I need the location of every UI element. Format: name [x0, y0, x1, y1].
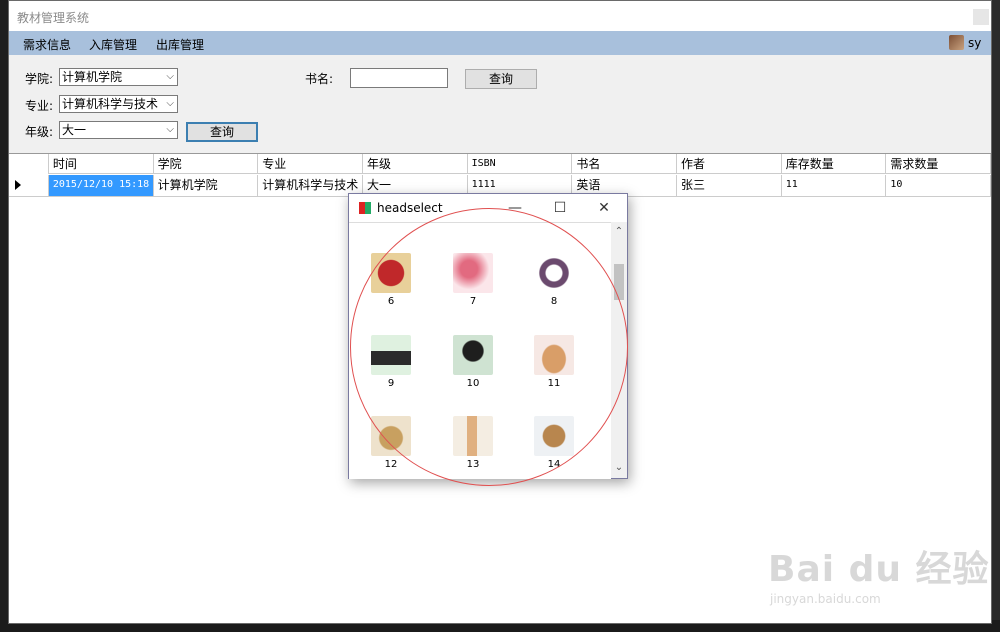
current-row-arrow-icon: [15, 180, 21, 190]
menu-item-stock-in[interactable]: 入库管理: [89, 36, 137, 53]
column-header-college[interactable]: 学院: [153, 154, 259, 174]
title-bar: 教材管理系统: [9, 1, 991, 31]
grade-select-value: 大一: [62, 123, 87, 137]
menu-bar: 需求信息 入库管理 出库管理 sy: [9, 31, 991, 55]
cell-demand[interactable]: 10: [886, 175, 992, 196]
cell-author[interactable]: 张三: [677, 175, 782, 196]
grade-label: 年级:: [25, 125, 54, 139]
watermark-logo: Bai du 经验: [768, 549, 990, 590]
row-header-corner: [9, 154, 49, 174]
search-button-left[interactable]: 查询: [186, 122, 258, 142]
college-select-value: 计算机学院: [62, 70, 123, 84]
column-header-major[interactable]: 专业: [258, 154, 363, 174]
college-select[interactable]: 计算机学院 ⌵: [59, 68, 178, 86]
college-label: 学院:: [25, 72, 54, 86]
column-header-grade[interactable]: 年级: [362, 154, 468, 174]
major-label: 专业:: [25, 99, 54, 113]
book-name-label: 书名:: [305, 72, 334, 86]
window-control-button[interactable]: [973, 9, 989, 25]
major-select[interactable]: 计算机科学与技术 ⌵: [59, 95, 178, 113]
filter-panel: 学院: 计算机学院 ⌵ 专业: 计算机科学与技术 ⌵ 年级: 大一 ⌵ 查询 书…: [9, 55, 991, 153]
column-header-author[interactable]: 作者: [677, 154, 782, 174]
row-header[interactable]: [9, 175, 49, 196]
user-area[interactable]: sy: [949, 35, 981, 50]
user-avatar-icon: [949, 35, 964, 50]
chevron-down-icon: ⌵: [166, 124, 174, 135]
head-number: 12: [384, 459, 398, 470]
scroll-down-icon[interactable]: ⌄: [611, 460, 627, 476]
app-icon: [359, 202, 371, 214]
chevron-down-icon: ⌵: [166, 71, 174, 82]
menu-item-demand[interactable]: 需求信息: [23, 36, 71, 53]
desktop-left-strip: [0, 0, 8, 632]
grid-header-row: 时间 学院 专业 年级 ISBN 书名 作者 库存数量 需求数量: [9, 154, 992, 174]
chevron-down-icon: ⌵: [166, 98, 174, 109]
maximize-button[interactable]: ☐: [548, 198, 572, 218]
baidu-watermark: Bai du 经验 jingyan.baidu.com: [768, 540, 990, 606]
column-header-time[interactable]: 时间: [48, 154, 154, 174]
cell-college[interactable]: 计算机学院: [154, 175, 259, 196]
watermark-url: jingyan.baidu.com: [770, 592, 881, 606]
menu-item-stock-out[interactable]: 出库管理: [156, 36, 204, 53]
search-button-right[interactable]: 查询: [465, 69, 537, 89]
grade-select[interactable]: 大一 ⌵: [59, 121, 178, 139]
user-name: sy: [968, 35, 982, 50]
book-name-input[interactable]: [350, 68, 448, 88]
column-header-isbn[interactable]: ISBN: [467, 154, 573, 174]
app-title: 教材管理系统: [17, 11, 90, 25]
column-header-stock[interactable]: 库存数量: [781, 154, 887, 174]
column-header-book[interactable]: 书名: [572, 154, 677, 174]
close-button[interactable]: ✕: [592, 198, 616, 218]
cell-stock[interactable]: 11: [782, 175, 887, 196]
column-header-demand[interactable]: 需求数量: [886, 154, 992, 174]
data-grid: 时间 学院 专业 年级 ISBN 书名 作者 库存数量 需求数量 2015/12…: [9, 153, 992, 198]
dialog-title: headselect: [377, 201, 443, 215]
cell-time[interactable]: 2015/12/10 15:18: [48, 175, 154, 196]
major-select-value: 计算机科学与技术: [62, 97, 159, 111]
scroll-up-icon[interactable]: ⌃: [611, 224, 627, 240]
annotation-circle: [350, 208, 628, 486]
